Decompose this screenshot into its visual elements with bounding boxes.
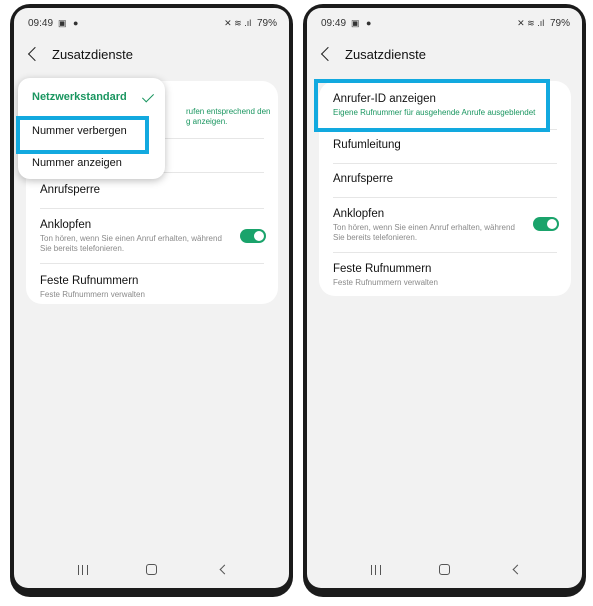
item-subtitle: Ton hören, wenn Sie einen Anruf erhalten… <box>40 234 222 253</box>
divider <box>333 197 557 198</box>
battery-level: 79% <box>549 18 570 29</box>
screen-left: 09:49 ▣ ● ✕ ≋ .ıl 79% Zusatzdienste rufe… <box>14 8 289 588</box>
option-nummer-anzeigen[interactable]: Nummer anzeigen <box>32 157 122 169</box>
signal-icons: ✕ ≋ .ıl <box>517 18 545 28</box>
notification-icons: ▣ ● <box>58 18 81 28</box>
item-title: Anrufsperre <box>333 173 394 185</box>
highlight-box <box>16 116 149 154</box>
notification-icons: ▣ ● <box>351 18 374 28</box>
divider <box>333 252 557 253</box>
list-item-rufumleitung[interactable]: Rufumleitung <box>319 139 571 151</box>
screen-right: 09:49 ▣ ● ✕ ≋ .ıl 79% Zusatzdienste Anru… <box>307 8 582 588</box>
highlight-box <box>314 79 550 132</box>
page-title: Zusatzdienste <box>345 47 426 62</box>
partial-sub-line1: rufen entsprechend den <box>186 107 271 116</box>
back-icon[interactable] <box>512 564 523 575</box>
option-netzwerkstandard[interactable]: Netzwerkstandard <box>32 91 127 103</box>
phone-right: 09:49 ▣ ● ✕ ≋ .ıl 79% Zusatzdienste Anru… <box>303 4 586 597</box>
item-title: Feste Rufnummern <box>40 275 139 287</box>
status-time: 09:49 <box>28 18 54 29</box>
navigation-bar <box>307 552 582 588</box>
list-item-anrufsperre[interactable]: Anrufsperre <box>319 173 571 185</box>
partial-sub-line2: g anzeigen. <box>186 117 228 126</box>
item-subtitle: Feste Rufnummern verwalten <box>40 290 145 299</box>
page-title: Zusatzdienste <box>52 47 133 62</box>
phone-left: 09:49 ▣ ● ✕ ≋ .ıl 79% Zusatzdienste rufe… <box>10 4 293 597</box>
list-item-feste-rufnummern[interactable]: Feste Rufnummern Feste Rufnummern verwal… <box>319 263 571 288</box>
item-title: Anrufsperre <box>40 184 101 196</box>
divider <box>40 208 264 209</box>
recent-apps-icon[interactable] <box>371 565 381 575</box>
item-title: Feste Rufnummern <box>333 263 432 275</box>
anklopfen-toggle[interactable] <box>240 229 266 243</box>
status-bar: 09:49 ▣ ● ✕ ≋ .ıl 79% <box>307 8 582 32</box>
divider <box>40 263 264 264</box>
item-subtitle: Ton hören, wenn Sie einen Anruf erhalten… <box>333 223 515 242</box>
recent-apps-icon[interactable] <box>78 565 88 575</box>
list-item-feste-rufnummern[interactable]: Feste Rufnummern Feste Rufnummern verwal… <box>26 275 278 300</box>
battery-level: 79% <box>256 18 277 29</box>
home-icon[interactable] <box>439 564 450 575</box>
list-item-anrufsperre[interactable]: Anrufsperre <box>26 184 278 196</box>
navigation-bar <box>14 552 289 588</box>
status-right: ✕ ≋ .ıl 79% <box>517 18 570 29</box>
signal-icons: ✕ ≋ .ıl <box>224 18 252 28</box>
title-bar: Zusatzdienste <box>307 44 582 68</box>
check-icon <box>141 90 155 103</box>
status-right: ✕ ≋ .ıl 79% <box>224 18 277 29</box>
back-arrow-icon[interactable] <box>320 46 336 62</box>
status-bar: 09:49 ▣ ● ✕ ≋ .ıl 79% <box>14 8 289 32</box>
back-arrow-icon[interactable] <box>27 46 43 62</box>
anklopfen-toggle[interactable] <box>533 217 559 231</box>
back-icon[interactable] <box>219 564 230 575</box>
status-time: 09:49 <box>321 18 347 29</box>
item-subtitle: Feste Rufnummern verwalten <box>333 278 438 287</box>
divider <box>333 163 557 164</box>
title-bar: Zusatzdienste <box>14 44 289 68</box>
home-icon[interactable] <box>146 564 157 575</box>
item-title: Rufumleitung <box>333 139 401 151</box>
